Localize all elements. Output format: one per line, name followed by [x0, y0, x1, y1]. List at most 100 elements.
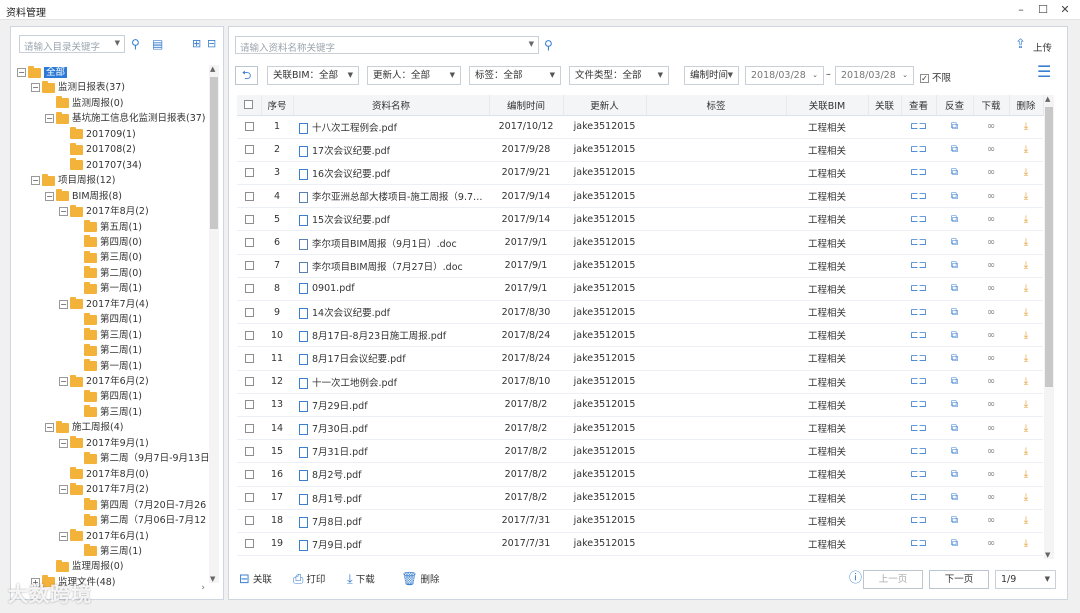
- row-checkbox[interactable]: [237, 184, 261, 209]
- table-row[interactable]: 1 十八次工程例会.pdf 2017/10/12 jake3512015 工程相关 ⊏⊐ ⧉…: [237, 115, 1043, 139]
- row-view-button[interactable]: ⧉: [936, 115, 973, 139]
- row-reverse-button[interactable]: ∞: [973, 161, 1009, 186]
- row-view-button[interactable]: ⧉: [936, 509, 973, 533]
- info-icon[interactable]: ⓘ: [849, 572, 862, 586]
- row-checkbox[interactable]: [237, 138, 261, 162]
- row-link-button[interactable]: ⊏⊐: [901, 462, 936, 487]
- row-view-button[interactable]: ⧉: [936, 300, 973, 325]
- row-reverse-button[interactable]: ∞: [973, 230, 1009, 255]
- table-row[interactable]: 168月2号.pdf2017/8/2jake3512015工程相关⊏⊐⧉∞⤓🗑: [237, 462, 1043, 487]
- row-reverse-button[interactable]: ∞: [973, 416, 1009, 441]
- minimize-button[interactable]: –: [1012, 2, 1030, 18]
- row-view-button[interactable]: ⧉: [936, 346, 973, 371]
- tree-node[interactable]: − 监测日报表(37): [31, 80, 125, 95]
- link-action[interactable]: ⊟ 关联: [239, 569, 272, 591]
- row-link-button[interactable]: ⊏⊐: [901, 393, 936, 417]
- row-filename[interactable]: 7月8日.pdf: [293, 509, 489, 533]
- table-row[interactable]: 6 李尔项目BIM周报（9月1日）.doc 2017/9/1 jake3512015 工…: [237, 230, 1043, 255]
- row-checkbox[interactable]: [237, 393, 261, 417]
- row-reverse-button[interactable]: ∞: [973, 439, 1009, 464]
- row-download-button[interactable]: ⤓: [1009, 138, 1043, 162]
- row-download-button[interactable]: ⤓: [1009, 439, 1043, 464]
- print-action[interactable]: ⎙ 打印: [293, 569, 325, 591]
- scroll-up-icon[interactable]: ▲: [210, 65, 215, 73]
- row-reverse-button[interactable]: ∞: [973, 254, 1009, 278]
- row-link-button[interactable]: ⊏⊐: [901, 370, 936, 394]
- collapse-icon[interactable]: −: [31, 83, 40, 93]
- row-view-button[interactable]: ⧉: [936, 439, 973, 464]
- tree-node[interactable]: − 全部: [17, 65, 68, 80]
- table-row[interactable]: 9 14次会议纪要.pdf 2017/8/30 jake3512015 工程相关 ⊏⊐ ⧉ ∞…: [237, 300, 1043, 325]
- table-row[interactable]: 11 8月17日会议纪要.pdf 2017/8/24 jake3512015 工程相关 ⊏…: [237, 346, 1043, 371]
- table-row[interactable]: 4 李尔亚洲总部大楼项目-施工周报（9.7~9.... 2017/9/14 jake3…: [237, 184, 1043, 209]
- col-updater[interactable]: 更新人: [563, 95, 647, 116]
- delete-action[interactable]: 🗑 删除: [401, 569, 440, 591]
- tree-node[interactable]: − 施工周报(4): [45, 420, 123, 435]
- row-checkbox[interactable]: [237, 462, 261, 487]
- tree-node[interactable]: 第四周(1): [73, 312, 142, 327]
- collapse-icon[interactable]: −: [59, 438, 68, 448]
- row-link-button[interactable]: ⊏⊐: [901, 346, 936, 371]
- row-filename[interactable]: 0901.pdf: [293, 277, 489, 302]
- row-reverse-button[interactable]: ∞: [973, 532, 1009, 557]
- row-reverse-button[interactable]: ∞: [973, 462, 1009, 487]
- row-reverse-button[interactable]: ∞: [973, 115, 1009, 139]
- row-filename[interactable]: 15次会议纪要.pdf: [293, 207, 489, 232]
- row-download-button[interactable]: ⤓: [1009, 277, 1043, 302]
- row-view-button[interactable]: ⧉: [936, 230, 973, 255]
- tree-node[interactable]: − 基坑施工信息化监测日报表(37): [45, 111, 206, 126]
- row-link-button[interactable]: ⊏⊐: [901, 138, 936, 162]
- download-action[interactable]: ⤓ 下载: [347, 569, 375, 591]
- tree-scroll-thumb[interactable]: [210, 77, 218, 229]
- upload-button[interactable]: 上传: [1033, 40, 1052, 54]
- row-link-button[interactable]: ⊏⊐: [901, 161, 936, 186]
- next-page-button[interactable]: 下一页: [929, 570, 989, 589]
- row-download-button[interactable]: ⤓: [1009, 323, 1043, 348]
- row-download-button[interactable]: ⤓: [1009, 230, 1043, 255]
- collapse-icon[interactable]: −: [59, 207, 68, 217]
- row-checkbox[interactable]: [237, 161, 261, 186]
- tree-node[interactable]: 201708(2): [59, 142, 136, 157]
- row-download-button[interactable]: ⤓: [1009, 509, 1043, 533]
- maximize-button[interactable]: ☐: [1034, 2, 1052, 18]
- row-download-button[interactable]: ⤓: [1009, 416, 1043, 441]
- tag-filter[interactable]: 标签：全部 ▼: [469, 66, 561, 85]
- tree-node[interactable]: 第四周(1): [73, 389, 142, 404]
- table-row[interactable]: 2 17次会议纪要.pdf 2017/9/28 jake3512015 工程相关 ⊏⊐ ⧉ ∞…: [237, 138, 1043, 162]
- tree-node[interactable]: 第一周(1): [73, 359, 142, 374]
- tree-node[interactable]: 第二周（9月7日-9月13日: [73, 451, 209, 466]
- row-view-button[interactable]: ⧉: [936, 370, 973, 394]
- back-button[interactable]: ⮌: [235, 66, 258, 85]
- tree-node[interactable]: 201707(34): [59, 158, 142, 173]
- tree-node[interactable]: − 2017年6月(2): [59, 374, 149, 389]
- col-name[interactable]: 资料名称: [293, 95, 490, 116]
- tree-node[interactable]: − BIM周报(8): [45, 189, 122, 204]
- row-view-button[interactable]: ⧉: [936, 486, 973, 510]
- tree-node[interactable]: 第五周(1): [73, 220, 142, 235]
- row-download-button[interactable]: ⤓: [1009, 346, 1043, 371]
- tree-node[interactable]: 201709(1): [59, 127, 136, 142]
- row-link-button[interactable]: ⊏⊐: [901, 416, 936, 441]
- table-row[interactable]: 12 十一次工地例会.pdf 2017/8/10 jake3512015 工程相关 ⊏⊐ ⧉…: [237, 370, 1043, 394]
- unlimited-checkbox[interactable]: ✓ 不限: [920, 70, 951, 84]
- row-view-button[interactable]: ⧉: [936, 323, 973, 348]
- row-link-button[interactable]: ⊏⊐: [901, 115, 936, 139]
- tree-node[interactable]: − 2017年7月(4): [59, 297, 149, 312]
- list-view-icon[interactable]: ▤: [152, 37, 163, 51]
- row-filename[interactable]: 7月9日.pdf: [293, 532, 489, 557]
- collapse-icon[interactable]: −: [31, 176, 40, 186]
- row-link-button[interactable]: ⊏⊐: [901, 486, 936, 510]
- table-row[interactable]: 157月31日.pdf2017/8/2jake3512015工程相关⊏⊐⧉∞⤓🗑: [237, 439, 1043, 464]
- close-button[interactable]: ✕: [1056, 2, 1074, 18]
- tree-node[interactable]: 监测周报(0): [45, 96, 123, 111]
- row-link-button[interactable]: ⊏⊐: [901, 207, 936, 232]
- col-bim[interactable]: 关联BIM: [786, 95, 869, 116]
- expand-all-icon[interactable]: ⊞: [192, 37, 201, 51]
- collapse-icon[interactable]: −: [45, 423, 54, 433]
- directory-search-input[interactable]: 请输入目录关键字 ▼: [19, 35, 125, 53]
- row-filename[interactable]: 16次会议纪要.pdf: [293, 161, 489, 186]
- page-select[interactable]: 1/9 ▼: [995, 570, 1056, 589]
- row-view-button[interactable]: ⧉: [936, 184, 973, 209]
- row-checkbox[interactable]: [237, 323, 261, 348]
- row-filename[interactable]: 8月2号.pdf: [293, 462, 489, 487]
